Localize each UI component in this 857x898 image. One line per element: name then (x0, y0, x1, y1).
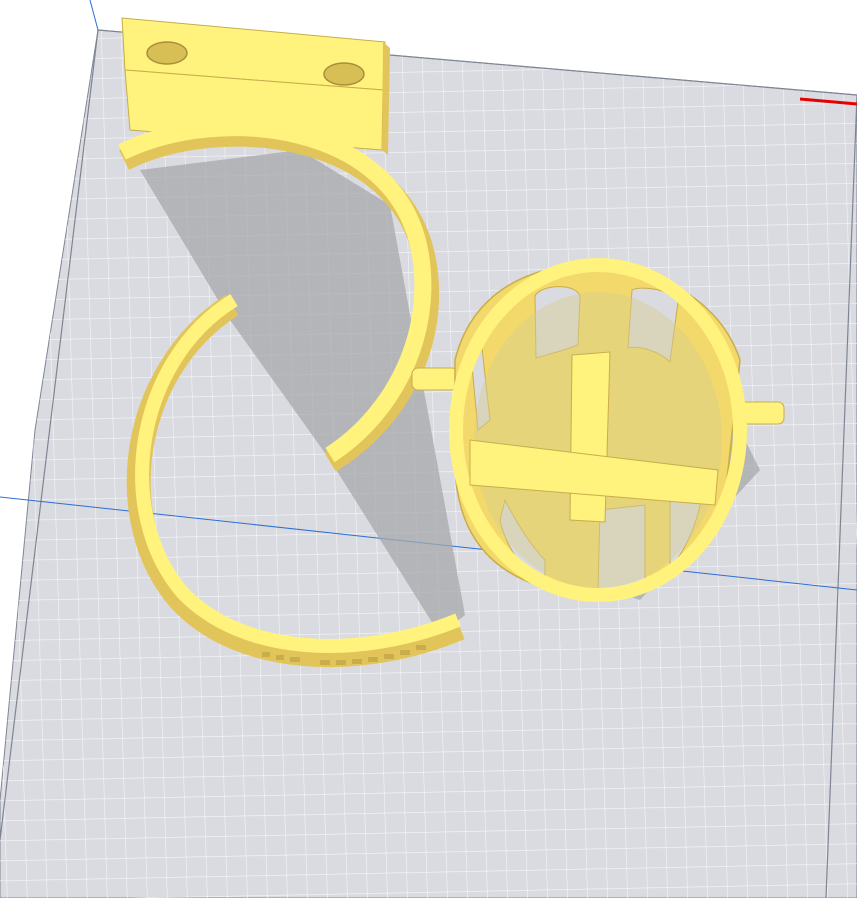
build-plate-viewport[interactable] (0, 0, 857, 898)
mounting-hole-left (146, 41, 188, 65)
build-plate-scene[interactable] (0, 0, 857, 898)
corner-line (89, 0, 99, 31)
mounting-hole-right (323, 62, 365, 86)
cage-pin-left (411, 367, 459, 391)
